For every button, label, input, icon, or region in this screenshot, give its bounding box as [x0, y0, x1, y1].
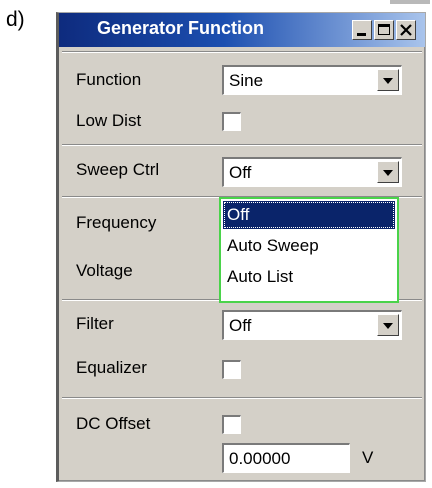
filter-select[interactable]: Off — [222, 310, 402, 340]
frequency-label: Frequency — [76, 213, 157, 232]
dc-offset-group: DC Offset 0.00000 V — [62, 397, 422, 479]
filter-dropdown-button[interactable] — [377, 314, 399, 336]
maximize-icon[interactable] — [374, 20, 394, 40]
chevron-down-icon — [383, 170, 393, 176]
sweep-ctrl-select[interactable]: Off — [222, 157, 402, 187]
sweep-ctrl-dropdown-list: Off Auto Sweep Auto List — [219, 197, 399, 303]
dropdown-option-auto-list[interactable]: Auto List — [223, 263, 395, 291]
dc-offset-label: DC Offset — [76, 414, 151, 433]
dc-offset-value-field[interactable]: 0.00000 — [222, 443, 350, 473]
figure-label: d) — [6, 8, 25, 31]
equalizer-label: Equalizer — [76, 358, 147, 377]
function-dropdown-button[interactable] — [377, 69, 399, 91]
filter-group: Filter Off Equalizer — [62, 299, 422, 397]
chevron-down-icon — [383, 78, 393, 84]
sweep-ctrl-dropdown-button[interactable] — [377, 161, 399, 183]
voltage-label: Voltage — [76, 261, 133, 280]
dropdown-option-off[interactable]: Off — [223, 201, 395, 229]
generator-function-window: Generator Function Function Sine Low Dis… — [56, 12, 426, 482]
background-window-edge — [390, 0, 430, 4]
minimize-icon[interactable] — [352, 20, 372, 40]
function-label: Function — [76, 70, 142, 89]
filter-label: Filter — [76, 314, 114, 333]
function-value: Sine — [229, 71, 264, 90]
title-bar[interactable]: Generator Function — [59, 13, 425, 47]
close-icon[interactable] — [396, 20, 416, 40]
chevron-down-icon — [383, 323, 393, 329]
sweep-group: Sweep Ctrl Off — [62, 144, 422, 196]
low-dist-checkbox[interactable] — [222, 112, 241, 131]
sweep-ctrl-label: Sweep Ctrl — [76, 160, 160, 179]
window-title: Generator Function — [97, 18, 265, 38]
sweep-ctrl-value: Off — [229, 163, 252, 182]
function-group: Function Sine Low Dist — [62, 51, 422, 143]
low-dist-label: Low Dist — [76, 111, 142, 130]
dc-offset-unit: V — [362, 448, 374, 467]
function-select[interactable]: Sine — [222, 65, 402, 95]
dropdown-option-auto-sweep[interactable]: Auto Sweep — [223, 232, 395, 260]
filter-value: Off — [229, 316, 252, 335]
dc-offset-value: 0.00000 — [229, 449, 291, 468]
dc-offset-checkbox[interactable] — [222, 415, 241, 434]
equalizer-checkbox[interactable] — [222, 360, 241, 379]
